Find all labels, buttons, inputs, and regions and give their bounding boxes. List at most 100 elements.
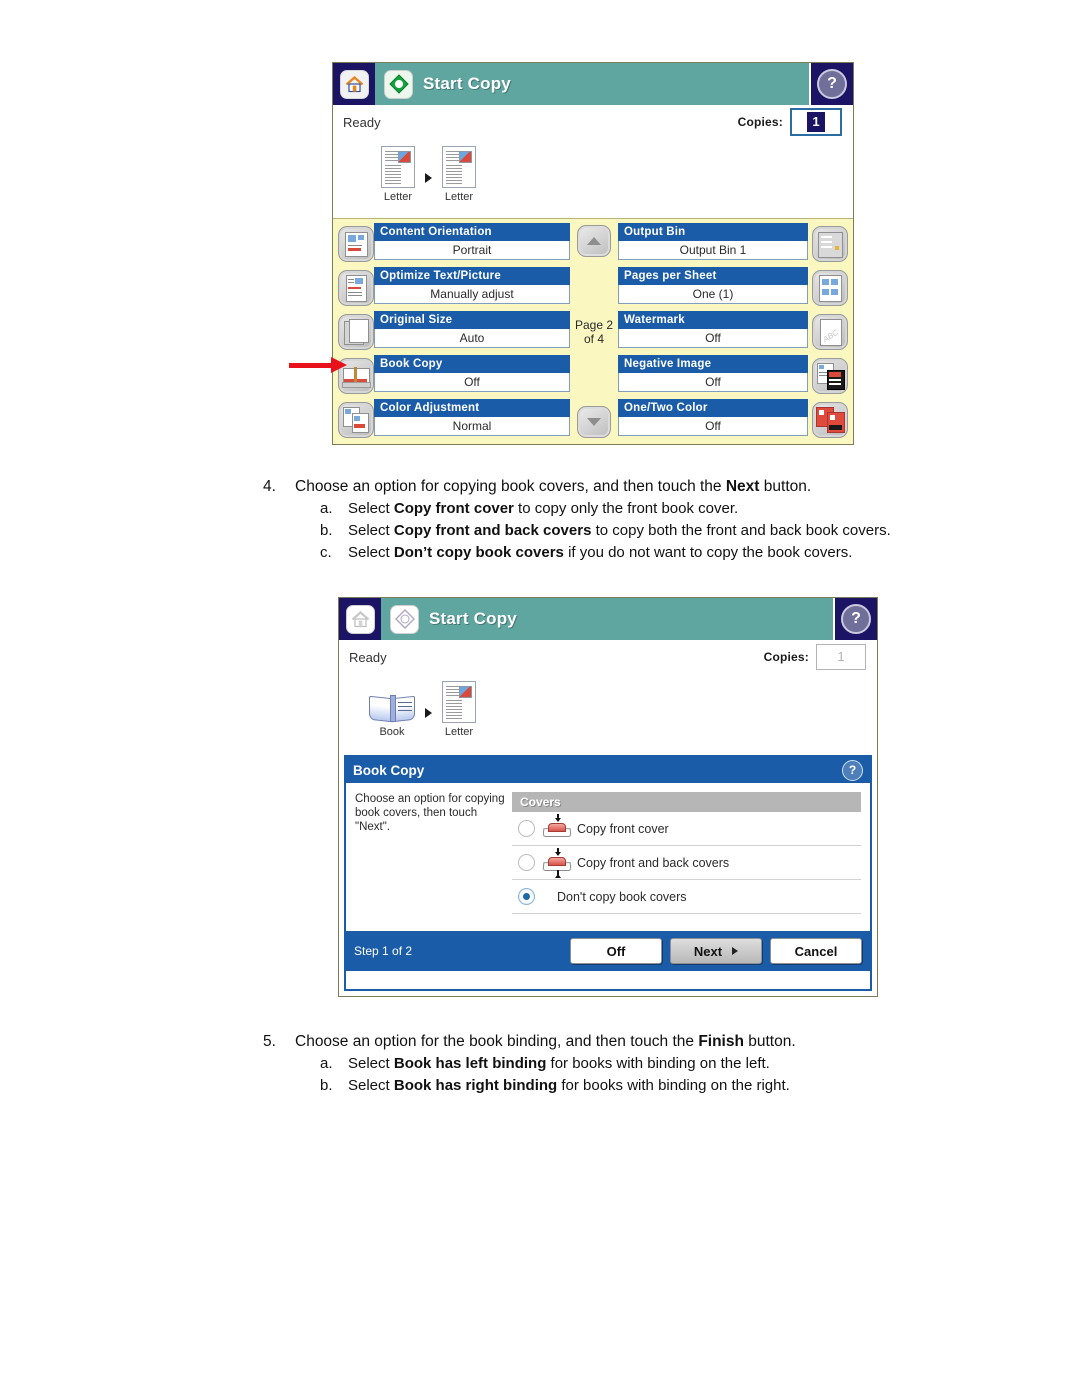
step-5-text-pre: Choose an option for the book binding, a…	[295, 1033, 699, 1050]
start-copy-icon[interactable]	[390, 604, 419, 634]
output-bin-icon	[812, 225, 848, 262]
content-orientation-icon	[338, 225, 374, 262]
radio-button[interactable]	[518, 820, 535, 837]
screen1-thumbnails: Letter Letter	[381, 146, 476, 203]
home-icon	[345, 604, 375, 634]
home-button[interactable]	[339, 598, 381, 640]
step-5-item-a: a. Select Book has left binding for book…	[320, 1053, 993, 1075]
screen1-title-bar: Start Copy	[375, 63, 811, 105]
start-copy-icon[interactable]	[384, 69, 413, 99]
option-output-bin[interactable]: Output Bin Output Bin 1	[618, 223, 848, 264]
home-button[interactable]	[333, 63, 375, 105]
option-value: Output Bin 1	[618, 241, 808, 260]
step-indicator: Step 1 of 2	[354, 944, 413, 958]
scroll-up-button[interactable]	[577, 225, 611, 257]
copies-value: 1	[837, 649, 845, 664]
item-text-post: to copy both the front and back book cov…	[591, 522, 891, 539]
chevron-down-icon	[587, 418, 601, 426]
option-value: Auto	[374, 329, 570, 348]
option-title: One/Two Color	[618, 399, 808, 417]
next-button[interactable]: Next	[670, 938, 762, 964]
option-one-two-color[interactable]: One/Two Color Off	[618, 399, 848, 440]
copies-label: Copies:	[737, 115, 783, 129]
book-copy-dialog-footer: Step 1 of 2 Off Next Cancel	[346, 931, 870, 971]
arrow-head-icon	[331, 357, 347, 373]
item-text-pre: Select	[348, 500, 394, 517]
item-text: Select Book has left binding for books w…	[348, 1053, 770, 1075]
screen2-title: Start Copy	[429, 609, 517, 628]
copies-input[interactable]: 1	[790, 108, 842, 136]
item-text-bold: Book has left binding	[393, 1055, 547, 1072]
chevron-up-icon	[587, 237, 601, 245]
copies-control[interactable]: Copies: 1	[738, 108, 842, 136]
option-optimize-text-picture[interactable]: Optimize Text/Picture Manually adjust	[338, 267, 570, 308]
original-size-icon	[338, 313, 374, 350]
step-5-text-post: button.	[743, 1033, 796, 1050]
option-value: Portrait	[374, 241, 570, 260]
book-copy-dialog: Book Copy ? Choose an option for copying…	[344, 755, 872, 991]
step-5-text: Choose an option for the book binding, a…	[295, 1031, 796, 1053]
scroll-down-button[interactable]	[577, 406, 611, 438]
item-marker: b.	[320, 1077, 333, 1094]
option-book-copy[interactable]: Book Copy Off	[338, 355, 570, 396]
step-4-item-b: b. Select Copy front and back covers to …	[320, 520, 993, 542]
chevron-right-icon	[732, 947, 739, 955]
item-text-bold: Copy front cover	[393, 500, 514, 517]
copies-value: 1	[807, 112, 825, 132]
options-column-left: Content Orientation Portrait Optimize Te…	[338, 219, 570, 444]
book-copy-dialog-title: Book Copy	[353, 762, 425, 778]
screen2-status-strip: Ready Copies: 1	[339, 640, 877, 674]
option-copy-front-cover[interactable]: Copy front cover	[512, 812, 861, 846]
covers-option-list: Covers Copy front cover Copy front and b…	[512, 792, 861, 931]
book-copy-description: Choose an option for copying book covers…	[355, 793, 505, 833]
option-title: Book Copy	[374, 355, 570, 373]
option-content-orientation[interactable]: Content Orientation Portrait	[338, 223, 570, 264]
help-icon[interactable]: ?	[842, 759, 863, 781]
annotation-arrow	[289, 357, 351, 375]
step-4-item-c: c. Select Don’t copy book covers if you …	[320, 542, 993, 564]
option-negative-image[interactable]: Negative Image Off	[618, 355, 848, 396]
option-body: Color Adjustment Normal	[374, 399, 570, 440]
step-5-item-b: b. Select Book has right binding for boo…	[320, 1075, 993, 1097]
radio-button[interactable]	[518, 888, 535, 905]
step-4-line: 4. Choose an option for copying book cov…	[263, 476, 993, 498]
option-copy-front-and-back-covers[interactable]: Copy front and back covers	[512, 846, 861, 880]
option-title: Color Adjustment	[374, 399, 570, 417]
option-body: Book Copy Off	[374, 355, 570, 396]
item-text-pre: Select	[348, 544, 394, 561]
help-button[interactable]: ?	[835, 598, 877, 640]
help-button[interactable]: ?	[811, 63, 853, 105]
pages-per-sheet-icon	[812, 269, 848, 306]
option-pages-per-sheet[interactable]: Pages per Sheet One (1)	[618, 267, 848, 308]
document-icon	[381, 146, 415, 188]
option-color-adjustment[interactable]: Color Adjustment Normal	[338, 399, 570, 440]
option-value: One (1)	[618, 285, 808, 304]
thumbnail-output: Letter	[442, 146, 476, 203]
screen1-title: Start Copy	[423, 74, 511, 93]
copies-control: Copies: 1	[764, 644, 866, 670]
step-5-text-bold: Finish	[698, 1033, 744, 1050]
option-title: Output Bin	[618, 223, 808, 241]
thumbnail-output: Letter	[442, 681, 476, 738]
off-button[interactable]: Off	[570, 938, 662, 964]
step-4-text-bold: Next	[725, 478, 760, 495]
item-text: Select Book has right binding for books …	[348, 1075, 790, 1097]
front-cover-icon	[542, 813, 572, 839]
option-title: Content Orientation	[374, 223, 570, 241]
option-value: Off	[618, 329, 808, 348]
item-marker: a.	[320, 1055, 333, 1072]
option-original-size[interactable]: Original Size Auto	[338, 311, 570, 352]
option-title: Negative Image	[618, 355, 808, 373]
option-label: Don't copy book covers	[557, 889, 687, 904]
item-marker: b.	[320, 522, 333, 539]
radio-button[interactable]	[518, 854, 535, 871]
step-4-text-pre: Choose an option for copying book covers…	[295, 478, 726, 495]
document-icon	[442, 146, 476, 188]
cancel-button[interactable]: Cancel	[770, 938, 862, 964]
item-text: Select Don’t copy book covers if you do …	[348, 542, 852, 564]
option-dont-copy-book-covers[interactable]: Don't copy book covers	[512, 880, 861, 914]
item-text-bold: Don’t copy book covers	[393, 544, 564, 561]
arrow-shaft	[289, 363, 335, 368]
option-watermark[interactable]: Watermark Off ABC	[618, 311, 848, 352]
item-text-post: for books with binding on the right.	[557, 1077, 790, 1094]
